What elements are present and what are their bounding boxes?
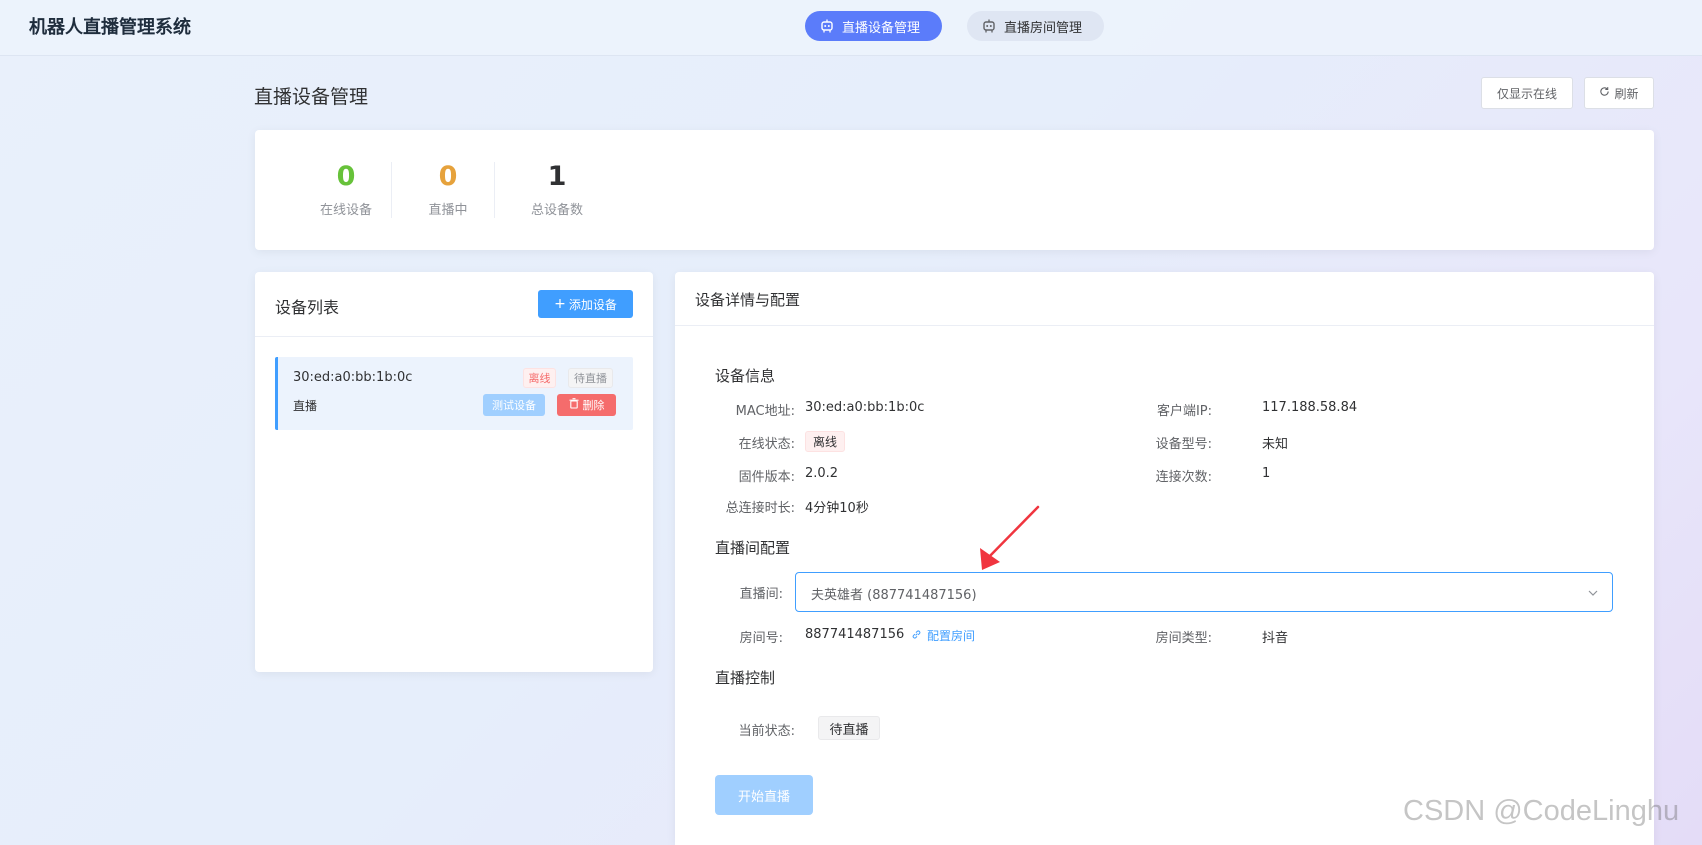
firmware-label: 固件版本:: [738, 470, 795, 485]
online-status-label: 在线状态:: [738, 437, 795, 452]
card-header: 设备详情与配置: [675, 272, 1654, 326]
current-status-label: 当前状态:: [738, 724, 795, 739]
robot-icon: [819, 18, 835, 34]
start-live-button[interactable]: 开始直播: [715, 775, 813, 815]
stat-online-devices: 0 在线设备: [304, 160, 388, 218]
stat-value: 1: [547, 161, 567, 192]
top-bar: 机器人直播管理系统 直播设备管理 直播房间管理: [0, 0, 1702, 56]
watermark: CSDN @CodeLinghu: [1403, 795, 1680, 827]
app-title: 机器人直播管理系统: [29, 17, 191, 38]
divider: [391, 162, 392, 218]
annotation-arrow-icon: [980, 505, 1040, 570]
link-icon: [911, 629, 922, 643]
device-list-item[interactable]: 30:ed:a0:bb:1b:0c 直播 离线 待直播 测试设备 删除: [275, 357, 633, 430]
stat-label: 直播中: [428, 203, 468, 218]
add-device-button[interactable]: + 添加设备: [538, 290, 633, 318]
device-list-card: 设备列表 + 添加设备 30:ed:a0:bb:1b:0c 直播 离线 待直播 …: [255, 272, 653, 672]
device-detail-card: 设备详情与配置 设备信息 MAC地址: 30:ed:a0:bb:1b:0c 客户…: [675, 272, 1654, 845]
room-type-value: 抖音: [1262, 631, 1289, 646]
ip-value: 117.188.58.84: [1262, 400, 1358, 415]
tab-label: 直播房间管理: [1004, 20, 1083, 36]
room-number-value: 887741487156: [805, 627, 905, 642]
ip-label: 客户端IP:: [1156, 404, 1212, 419]
tab-room-management[interactable]: 直播房间管理: [967, 11, 1104, 41]
room-config-title: 直播间配置: [715, 539, 791, 557]
robot-icon: [981, 18, 997, 34]
device-type: 直播: [293, 399, 318, 413]
device-mac: 30:ed:a0:bb:1b:0c: [293, 370, 413, 385]
status-badge: 离线: [523, 368, 556, 388]
room-select[interactable]: 夫英雄者 (887741487156): [795, 572, 1613, 612]
stat-total-devices: 1 总设备数: [515, 160, 599, 218]
model-label: 设备型号:: [1155, 437, 1212, 452]
chevron-down-icon: [1586, 585, 1600, 599]
model-value: 未知: [1262, 437, 1289, 452]
button-label: 删除: [582, 399, 605, 412]
device-list-title: 设备列表: [275, 298, 340, 317]
room-select-value: 夫英雄者 (887741487156): [811, 588, 977, 603]
refresh-icon: [1599, 86, 1610, 100]
total-duration-label: 总连接时长:: [725, 501, 795, 516]
delete-device-button[interactable]: 删除: [557, 394, 616, 416]
current-status-badge: 待直播: [818, 716, 880, 740]
refresh-button[interactable]: 刷新: [1584, 77, 1654, 109]
link-label: 配置房间: [927, 629, 976, 643]
online-status-badge: 离线: [805, 431, 845, 452]
divider: [494, 162, 495, 218]
room-type-label: 房间类型:: [1155, 631, 1212, 646]
connection-count-value: 1: [1262, 466, 1271, 481]
trash-icon: [569, 398, 579, 412]
stat-value: 0: [336, 161, 356, 192]
live-control-title: 直播控制: [715, 669, 776, 687]
mac-label: MAC地址:: [735, 404, 795, 419]
config-room-link[interactable]: 配置房间: [911, 627, 975, 644]
tab-device-management[interactable]: 直播设备管理: [805, 11, 942, 41]
connection-count-label: 连接次数:: [1155, 470, 1212, 485]
button-label: 刷新: [1614, 86, 1639, 101]
room-label: 直播间:: [739, 587, 783, 602]
live-status-badge: 待直播: [568, 368, 613, 388]
show-online-only-button[interactable]: 仅显示在线: [1481, 77, 1573, 109]
button-label: 添加设备: [568, 297, 617, 312]
stat-live: 0 直播中: [412, 160, 484, 218]
room-number-label: 房间号:: [739, 631, 783, 646]
tab-label: 直播设备管理: [842, 20, 921, 36]
device-info-title: 设备信息: [715, 367, 776, 385]
page-title: 直播设备管理: [254, 86, 369, 108]
test-device-button[interactable]: 测试设备: [483, 394, 545, 416]
card-header: 设备列表 + 添加设备: [255, 272, 653, 337]
stat-label: 在线设备: [319, 203, 372, 218]
stats-card: 0 在线设备 0 直播中 1 总设备数: [255, 130, 1654, 250]
mac-value: 30:ed:a0:bb:1b:0c: [805, 400, 925, 415]
total-duration-value: 4分钟10秒: [805, 501, 869, 516]
stat-value: 0: [438, 161, 458, 192]
button-label: 仅显示在线: [1496, 86, 1557, 101]
stat-label: 总设备数: [530, 203, 583, 218]
firmware-value: 2.0.2: [805, 466, 839, 481]
plus-icon: +: [554, 296, 566, 312]
detail-title: 设备详情与配置: [695, 291, 801, 309]
